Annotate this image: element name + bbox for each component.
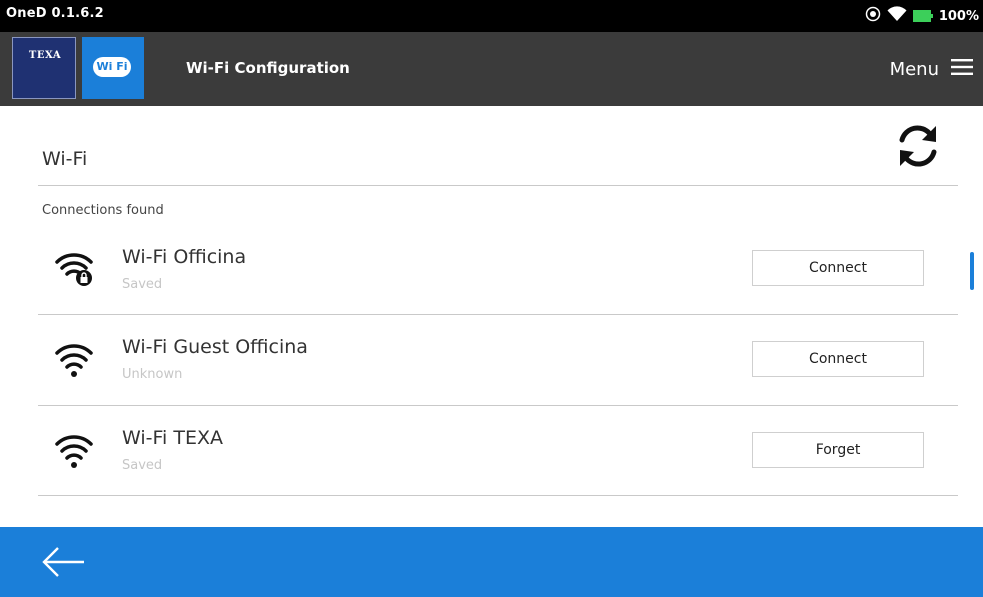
network-status: Saved	[122, 458, 163, 473]
wifi-app-icon: Wi Fi	[82, 37, 144, 99]
bottom-bar	[0, 527, 983, 597]
menu-label: Menu	[889, 58, 939, 80]
connect-button[interactable]: Connect	[752, 250, 924, 286]
battery-level: 100%	[938, 8, 979, 24]
row-divider	[38, 405, 958, 406]
scrollbar-track[interactable]	[968, 195, 976, 410]
status-bar: OneD 0.1.6.2 100%	[0, 0, 983, 32]
wifi-signal-icon	[887, 6, 907, 26]
app-header: TEXA Wi Fi Wi-Fi Configuration Menu	[0, 32, 983, 106]
network-name: Wi-Fi TEXA	[122, 427, 223, 449]
network-row[interactable]: Wi-Fi Officina Saved Connect	[38, 226, 958, 316]
network-row[interactable]: Wi-Fi Guest Officina Unknown Connect	[38, 316, 958, 406]
battery-icon	[912, 7, 933, 26]
texa-logo-text: TEXA	[28, 50, 62, 61]
wifi-badge-text: Wi Fi	[93, 57, 131, 77]
network-row[interactable]: Wi-Fi TEXA Saved Forget	[38, 407, 958, 497]
wifi-icon	[54, 340, 94, 380]
hamburger-icon	[951, 59, 973, 79]
row-divider	[38, 314, 958, 315]
refresh-icon	[899, 125, 937, 167]
wifi-icon	[54, 431, 94, 471]
network-status: Saved	[122, 277, 163, 292]
app-version: OneD 0.1.6.2	[6, 6, 104, 21]
section-title: Wi-Fi	[42, 148, 88, 170]
back-button[interactable]	[38, 545, 90, 579]
arrow-left-icon	[42, 547, 84, 577]
status-icons: 100%	[865, 5, 979, 27]
texa-logo: TEXA	[12, 37, 76, 99]
location-icon	[865, 6, 881, 26]
page-title: Wi-Fi Configuration	[186, 59, 350, 77]
scrollbar-thumb[interactable]	[970, 252, 974, 290]
connect-button[interactable]: Connect	[752, 341, 924, 377]
refresh-button[interactable]	[892, 120, 944, 172]
network-name: Wi-Fi Guest Officina	[122, 336, 308, 358]
network-name: Wi-Fi Officina	[122, 246, 247, 268]
wifi-locked-icon	[54, 248, 94, 288]
row-divider	[38, 495, 958, 496]
forget-button[interactable]: Forget	[752, 432, 924, 468]
network-status: Unknown	[122, 367, 183, 382]
menu-button[interactable]: Menu	[890, 54, 973, 84]
section-divider	[38, 185, 958, 186]
connections-subheader: Connections found	[42, 203, 164, 218]
